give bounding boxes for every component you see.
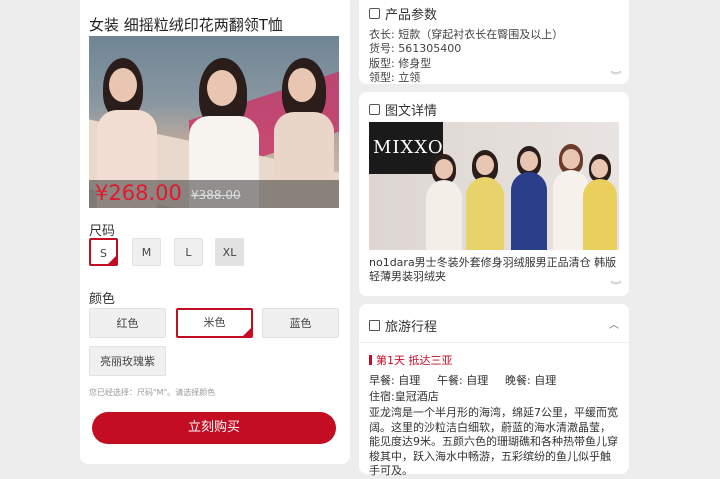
model-figure xyxy=(509,146,549,250)
params-card: 产品参数 衣长: 短款（穿起衬衣长在臀围及以上） 货号: 561305400 版… xyxy=(359,0,629,84)
detail-banner[interactable]: MIXXO xyxy=(369,122,619,250)
detail-card: 图文详情 MIXXO no1dara男士冬装外套修身羽绒服男正品清仓 韩版轻薄男… xyxy=(359,92,629,296)
size-option-l[interactable]: L xyxy=(174,238,203,266)
breakfast: 早餐: 自理 xyxy=(369,374,421,387)
color-option-red[interactable]: 红色 xyxy=(89,308,166,338)
color-option-blue[interactable]: 蓝色 xyxy=(262,308,339,338)
detail-description: no1dara男士冬装外套修身羽绒服男正品清仓 韩版轻薄男装羽绒夹 xyxy=(369,256,617,283)
itinerary-title: 旅游行程 xyxy=(385,320,438,335)
hotel: 住宿:皇冠酒店 xyxy=(369,390,439,403)
original-price: ¥388.00 xyxy=(191,188,241,202)
day-heading: 第1天 抵达三亚 xyxy=(369,352,453,368)
document-icon xyxy=(369,8,380,19)
size-option-xl[interactable]: XL xyxy=(215,238,244,266)
size-option-s[interactable]: S ✓ xyxy=(89,238,118,266)
expand-chevron-icon[interactable]: ︾ xyxy=(610,280,621,291)
product-title: 女装 细摇粒绒印花两翻领T恤 xyxy=(89,16,283,34)
day-description: 亚龙湾是一个半月形的海湾，绵延7公里，平缓而宽阔。这里的沙粒洁白细软，蔚蓝的海水… xyxy=(369,406,618,477)
params-title: 产品参数 xyxy=(385,8,438,23)
expand-chevron-icon[interactable]: ︾ xyxy=(610,70,621,81)
color-label: 颜色 xyxy=(89,292,116,307)
itinerary-header[interactable]: 旅游行程 xyxy=(369,316,437,335)
product-card: 女装 细摇粒绒印花两翻领T恤 ¥268.00 ¥388.00 尺码 S ✓ M L… xyxy=(80,0,350,464)
param-sku: 货号: 561305400 xyxy=(369,42,462,55)
price-bar: ¥268.00 ¥388.00 xyxy=(89,180,339,208)
dinner: 晚餐: 自理 xyxy=(505,374,557,387)
itinerary-card: 旅游行程 ︿ 第1天 抵达三亚 早餐: 自理 午餐: 自理 晚餐: 自理 住宿:… xyxy=(359,304,629,477)
model-figure xyxy=(464,150,506,250)
detail-title: 图文详情 xyxy=(385,104,438,119)
params-header[interactable]: 产品参数 xyxy=(369,4,437,23)
detail-header[interactable]: 图文详情 xyxy=(369,100,437,119)
product-photo[interactable]: ¥268.00 ¥388.00 xyxy=(89,36,339,208)
divider xyxy=(359,342,629,343)
model-figure xyxy=(581,154,619,250)
building-icon xyxy=(369,320,380,331)
buy-now-button[interactable]: 立刻购买 xyxy=(92,412,336,444)
collapse-chevron-icon[interactable]: ︿ xyxy=(609,316,619,331)
param-collar: 领型: 立领 xyxy=(369,71,421,84)
model-figure xyxy=(424,154,464,250)
size-label: 尺码 xyxy=(89,224,116,239)
color-option-beige[interactable]: 米色 ✓ xyxy=(176,308,253,338)
color-option-rose-purple[interactable]: 亮丽玫瑰紫 xyxy=(89,346,166,376)
current-price: ¥268.00 xyxy=(95,181,182,205)
image-icon xyxy=(369,104,380,115)
selection-hint: 您已经选择：尺码"M"。请选择颜色 xyxy=(89,388,216,397)
lunch: 午餐: 自理 xyxy=(437,374,489,387)
size-option-m[interactable]: M xyxy=(132,238,161,266)
